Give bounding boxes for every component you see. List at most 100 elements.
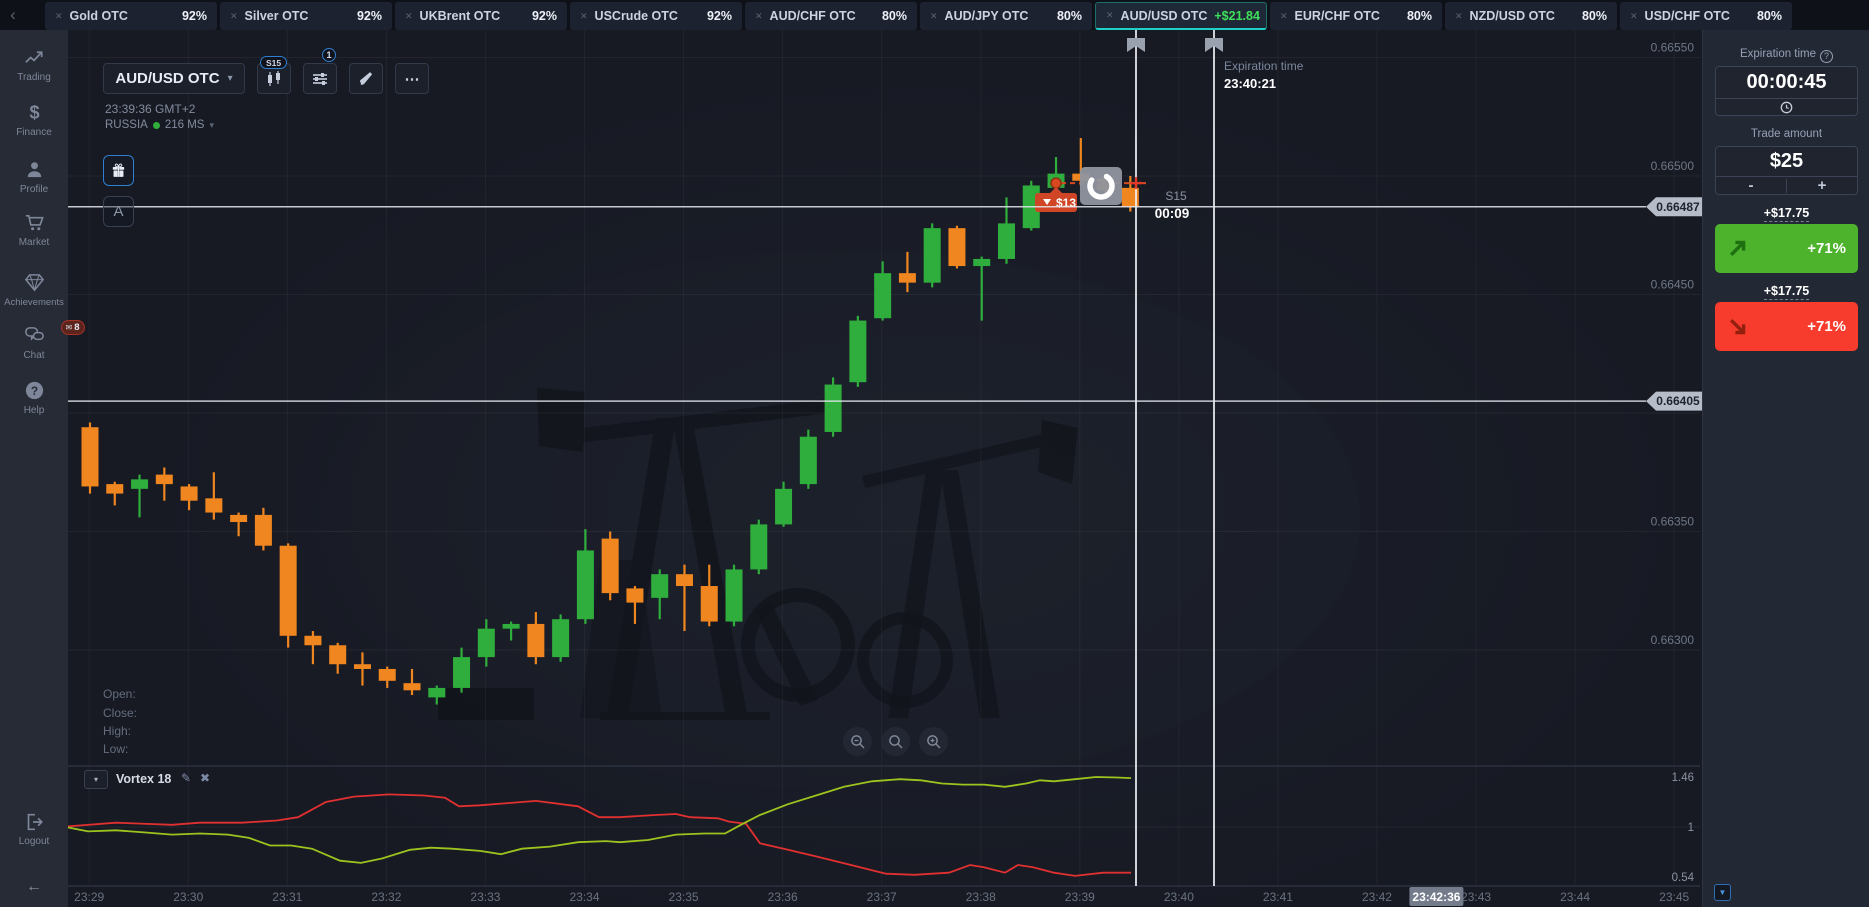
- indicator-edit-pencil-icon[interactable]: ✎: [181, 771, 191, 785]
- gift-promo-button[interactable]: [103, 155, 134, 186]
- asset-tab-gold-otc[interactable]: ✕ Gold OTC 92%: [45, 2, 217, 30]
- tab-asset-name: Silver OTC: [245, 9, 309, 23]
- asset-tab-ukbrent-otc[interactable]: ✕UKBrent OTC92%: [395, 2, 567, 30]
- zoom-reset-button[interactable]: [881, 727, 910, 756]
- more-tools-button[interactable]: ⋯: [395, 63, 429, 94]
- close-tab-icon[interactable]: ✕: [230, 11, 238, 22]
- close-tab-icon[interactable]: ✕: [755, 11, 763, 22]
- tab-asset-name: AUD/CHF OTC: [770, 9, 856, 23]
- panel-expand-button[interactable]: ▼: [1714, 884, 1731, 901]
- sidebar-item-label: Finance: [0, 127, 68, 138]
- tab-payout-percent: 92%: [182, 9, 207, 23]
- logout-icon: [23, 811, 45, 833]
- sidebar-item-label: Profile: [0, 184, 68, 195]
- tab-payout-percent: 92%: [357, 9, 382, 23]
- clock-icon: [1780, 101, 1793, 114]
- sidebar-collapse-button[interactable]: ←: [0, 878, 68, 896]
- tab-asset-name: UKBrent OTC: [420, 9, 501, 23]
- server-status[interactable]: RUSSIA 216 MS ▾: [105, 119, 214, 131]
- trading-app: Expiration time23:40:21$130.664050.66487…: [0, 0, 1869, 907]
- amount-increase-button[interactable]: +: [1787, 177, 1857, 195]
- indicator-collapse-button[interactable]: ▾: [84, 770, 108, 789]
- tab-asset-name: AUD/USD OTC: [1121, 9, 1208, 23]
- zoom-out-button[interactable]: [843, 727, 872, 756]
- asset-tab-uscrude-otc[interactable]: ✕USCrude OTC92%: [570, 2, 742, 30]
- sidebar-item-profile[interactable]: Profile: [0, 158, 68, 195]
- chevron-down-icon: ▾: [228, 73, 233, 84]
- tab-asset-name: EUR/CHF OTC: [1295, 9, 1380, 23]
- close-tab-icon[interactable]: ✕: [1455, 11, 1463, 22]
- sidebar-item-achievements[interactable]: Achievements: [0, 271, 68, 308]
- sell-down-button[interactable]: +71%: [1715, 302, 1858, 351]
- tab-asset-name: USCrude OTC: [595, 9, 678, 23]
- sidebar-item-trading[interactable]: Trading: [0, 46, 68, 83]
- sidebar-item-label: Help: [0, 405, 68, 416]
- profile-user-icon: [23, 158, 46, 181]
- sliders-icon: [311, 70, 329, 88]
- close-tab-icon[interactable]: ✕: [1280, 11, 1288, 22]
- market-cart-icon: [23, 211, 46, 234]
- tab-asset-name: NZD/USD OTC: [1470, 9, 1555, 23]
- close-tab-icon[interactable]: ✕: [580, 11, 588, 22]
- sidebar-item-logout[interactable]: Logout: [0, 811, 68, 847]
- pair-selector-button[interactable]: AUD/USD OTC ▾: [103, 63, 245, 94]
- asset-tab-silver-otc[interactable]: ✕ Silver OTC 92%: [220, 2, 392, 30]
- chat-unread-badge: ✉8: [61, 320, 85, 335]
- server-latency: 216 MS: [165, 119, 205, 131]
- sidebar-item-finance[interactable]: $ Finance: [0, 101, 68, 138]
- expiration-time-label: Expiration time?: [1703, 48, 1869, 63]
- asset-tab-aud-usd-otc[interactable]: ✕ AUD/USD OTC +$21.84: [1095, 2, 1267, 30]
- tabs-back-chevron-icon[interactable]: ‹: [4, 4, 22, 26]
- expiration-clock-button[interactable]: [1716, 99, 1857, 116]
- close-tab-icon[interactable]: ✕: [1106, 10, 1114, 21]
- achievements-gem-icon: [23, 271, 46, 294]
- timeframe-badge[interactable]: S15: [260, 56, 287, 69]
- close-tab-icon[interactable]: ✕: [405, 11, 413, 22]
- brush-icon: [358, 70, 375, 87]
- chat-bubbles-icon: ✉8: [23, 324, 46, 347]
- expiration-time-box: 00:00:45: [1715, 66, 1858, 116]
- close-tab-icon[interactable]: ✕: [930, 11, 938, 22]
- arrow-up-right-icon: [1727, 238, 1748, 259]
- svg-text:$: $: [29, 102, 39, 122]
- ohlc-low-label: Low:: [103, 742, 128, 756]
- trade-amount-input[interactable]: $25: [1716, 147, 1857, 176]
- envelope-icon: ✉: [66, 323, 73, 332]
- sidebar-item-label: Logout: [0, 836, 68, 847]
- buy-up-button[interactable]: +71%: [1715, 224, 1858, 273]
- nav-sidebar: Trading $ Finance Profile Market Achievements…: [0, 30, 68, 907]
- indicator-remove-icon[interactable]: ✖: [200, 771, 210, 785]
- tab-profit-value: +$21.84: [1214, 9, 1260, 23]
- finance-dollar-icon: $: [23, 101, 46, 124]
- arrow-down-right-icon: [1727, 316, 1748, 337]
- asset-tab-bar: ‹ ✕ Gold OTC 92% ✕ Silver OTC 92% ✕ UKBrent OTC…: [0, 0, 1869, 30]
- close-tab-icon[interactable]: ✕: [55, 11, 63, 22]
- chevron-down-icon: ▾: [209, 120, 214, 131]
- chart-background: [68, 30, 1702, 907]
- ohlc-close-label: Close:: [103, 706, 137, 720]
- trade-amount-label: Trade amount: [1703, 128, 1869, 140]
- zoom-in-button[interactable]: [919, 727, 948, 756]
- buy-payout: +$17.75: [1703, 204, 1869, 222]
- asset-tab-nzd-usd-otc[interactable]: ✕NZD/USD OTC80%: [1445, 2, 1617, 30]
- amount-decrease-button[interactable]: -: [1716, 177, 1786, 195]
- indicators-button[interactable]: [303, 63, 337, 94]
- sidebar-item-help[interactable]: ?Help: [0, 379, 68, 416]
- asset-tab-aud-chf-otc[interactable]: ✕AUD/CHF OTC80%: [745, 2, 917, 30]
- indicator-name: Vortex 18: [116, 772, 171, 786]
- close-tab-icon[interactable]: ✕: [1630, 11, 1638, 22]
- ohlc-high-label: High:: [103, 724, 131, 738]
- asset-tab-usd-chf-otc[interactable]: ✕USD/CHF OTC80%: [1620, 2, 1792, 30]
- drawing-tools-button[interactable]: [349, 63, 383, 94]
- asset-tab-aud-jpy-otc[interactable]: ✕AUD/JPY OTC80%: [920, 2, 1092, 30]
- trade-panel: Expiration time? 00:00:45 Trade amount $…: [1702, 30, 1869, 907]
- expiration-time-input[interactable]: 00:00:45: [1716, 67, 1857, 98]
- sidebar-item-market[interactable]: Market: [0, 211, 68, 248]
- tab-asset-name: Gold OTC: [70, 9, 128, 23]
- annotation-tool-button[interactable]: A: [103, 196, 134, 227]
- active-indicators-badge[interactable]: 1: [322, 48, 336, 62]
- sidebar-item-chat[interactable]: ✉8Chat: [0, 324, 68, 361]
- help-circle-icon[interactable]: ?: [1820, 50, 1833, 63]
- local-clock: 23:39:36 GMT+2: [105, 102, 195, 116]
- asset-tab-eur-chf-otc[interactable]: ✕EUR/CHF OTC80%: [1270, 2, 1442, 30]
